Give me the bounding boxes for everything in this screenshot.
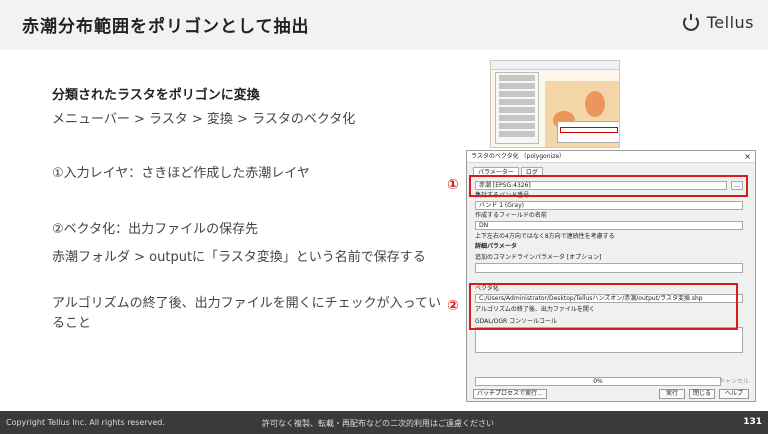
tellus-logo-icon [682, 14, 699, 31]
close-icon[interactable]: × [744, 151, 751, 163]
band-select[interactable]: バンド 1 (Gray) [475, 201, 743, 210]
raster-menu-list[interactable] [495, 72, 539, 144]
slide-footer: Copyright Tellus Inc. All rights reserve… [0, 411, 768, 434]
cancel-button[interactable]: キャンセル [719, 377, 749, 386]
vectorize-highlight [469, 283, 738, 330]
qgis-menu-screenshot [490, 60, 620, 148]
close-button[interactable]: 閉じる [689, 389, 715, 399]
eight-direction-checkbox[interactable]: 上下左右の4方向ではなく8方向で連続性を考慮する [475, 233, 615, 241]
tellus-logo: Tellus [681, 12, 754, 32]
field-name-input[interactable]: DN [475, 221, 743, 230]
usage-notice: 許可なく複製、転載・再配布などの二次的利用はご遠慮ください [262, 419, 494, 428]
tellus-logo-text: Tellus [706, 12, 754, 32]
marker-two: ② [447, 298, 459, 314]
polygonize-menu-item[interactable] [560, 127, 618, 133]
progress-bar: 0% [475, 377, 721, 386]
extra-params-input[interactable] [475, 263, 743, 273]
copyright-text: Copyright Tellus Inc. All rights reserve… [6, 418, 165, 427]
step-2-text: ②ベクタ化：出力ファイルの保存先 [52, 222, 259, 237]
qgis-screenshot: ラスタのベクタ化 （polygonize） × パラメーター ログ 赤潮 [EP… [466, 60, 756, 405]
field-name-label: 作成するフィールドの名前 [475, 212, 547, 219]
page-number: 131 [743, 417, 762, 427]
batch-process-button[interactable]: バッチプロセスで実行... [473, 389, 547, 399]
slide-header: 赤潮分布範囲をポリゴンとして抽出 Tellus [0, 0, 768, 50]
convert-submenu[interactable] [557, 121, 619, 143]
gdal-console-text [475, 327, 743, 353]
menu-bar[interactable] [491, 61, 619, 70]
open-output-text: アルゴリズムの終了後、出力ファイルを開くにチェックが入っていること [52, 296, 441, 331]
step-1-text: ①入力レイヤ：さきほど作成した赤潮レイヤ [52, 166, 310, 181]
dialog-title: ラスタのベクタ化 （polygonize） [467, 151, 755, 163]
input-layer-highlight [469, 175, 748, 197]
advanced-parameters-toggle[interactable]: 詳細パラメータ [475, 243, 517, 251]
menu-path-text: メニューバー > ラスタ > 変換 > ラスタのベクタ化 [52, 112, 356, 127]
slide-title: 赤潮分布範囲をポリゴンとして抽出 [22, 17, 310, 37]
section-subtitle: 分類されたラスタをポリゴンに変換 [52, 88, 260, 103]
save-location-text: 赤潮フォルダ > outputに「ラスタ変換」という名前で保存する [52, 250, 426, 265]
run-button[interactable]: 実行 [659, 389, 685, 399]
marker-one: ① [447, 177, 459, 193]
help-button[interactable]: ヘルプ [719, 389, 749, 399]
extra-params-label: 追加のコマンドラインパラメータ [オプション] [475, 254, 602, 261]
